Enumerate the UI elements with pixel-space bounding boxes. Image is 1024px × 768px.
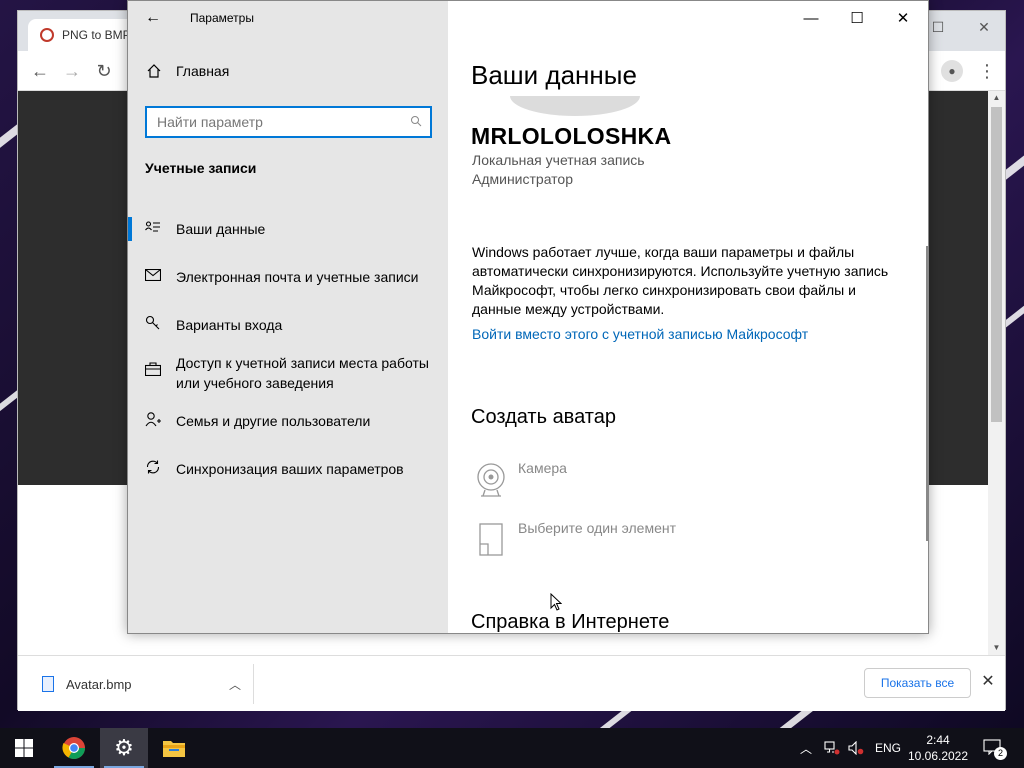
browser-menu-icon[interactable]: ⋮ — [975, 59, 999, 83]
nav-item-label: Ваши данные — [176, 221, 266, 237]
person-card-icon — [145, 219, 161, 235]
briefcase-icon — [145, 361, 161, 377]
camera-icon — [471, 460, 511, 500]
username: MRLOLOLOSHKA — [471, 123, 672, 149]
create-avatar-heading: Создать аватар — [471, 406, 616, 428]
account-role: Администратор — [472, 171, 574, 187]
nav-item-label: Варианты входа — [176, 317, 283, 333]
main-scrollbar[interactable] — [926, 246, 928, 541]
maximize-button[interactable]: ☐ — [834, 1, 880, 35]
browser-scrollbar[interactable]: ▲ ▼ — [988, 91, 1005, 655]
taskbar-file-explorer[interactable] — [150, 728, 198, 768]
windows-logo-icon — [15, 739, 33, 757]
folder-icon — [163, 741, 185, 757]
nav-item-label: Электронная почта и учетные записи — [176, 269, 419, 285]
browser-close-button[interactable]: ✕ — [961, 11, 1007, 43]
key-icon — [145, 315, 161, 331]
scroll-down-icon[interactable]: ▼ — [988, 641, 1005, 655]
bmp-file-icon — [42, 676, 54, 692]
settings-search-box[interactable] — [145, 106, 432, 138]
clock-time: 2:44 — [926, 733, 950, 747]
mail-icon — [145, 267, 161, 283]
scroll-up-icon[interactable]: ▲ — [988, 91, 1005, 105]
language-indicator[interactable]: ENG — [875, 728, 901, 768]
site-favicon-icon — [40, 28, 54, 42]
browse-label: Выберите один элемент — [518, 520, 677, 536]
search-icon[interactable] — [410, 115, 422, 130]
minimize-button[interactable]: — — [788, 1, 834, 35]
volume-muted-icon[interactable] — [848, 728, 864, 768]
section-title: Учетные записи — [145, 160, 257, 176]
browse-option[interactable]: Выберите один элемент — [471, 520, 676, 560]
browser-forward-icon[interactable]: → — [60, 59, 84, 83]
nav-item-label: Семья и другие пользователи — [176, 413, 371, 429]
settings-main-panel: — ☐ ✕ Ваши данные MRLOLOLOSHKA Локальная… — [448, 1, 928, 633]
close-button[interactable]: ✕ — [880, 1, 926, 35]
window-title: Параметры — [190, 11, 254, 25]
browser-back-icon[interactable]: ← — [28, 59, 52, 83]
system-clock[interactable]: 2:44 10.06.2022 — [905, 732, 971, 764]
download-item[interactable]: Avatar.bmp ︿ — [28, 664, 254, 704]
help-heading: Справка в Интернете — [471, 611, 670, 633]
camera-option[interactable]: Камера — [471, 460, 567, 500]
nav-item-label: Доступ к учетной записи места работы или… — [176, 355, 429, 391]
search-input[interactable] — [157, 114, 397, 130]
gear-icon: ⚙ — [114, 735, 134, 760]
back-arrow-icon[interactable]: ← — [138, 5, 168, 31]
avatar — [510, 96, 640, 116]
settings-titlebar: ← Параметры — [128, 1, 448, 35]
taskbar: ⚙ ︿ ENG 2:44 10.06.2022 2 — [0, 728, 1024, 768]
scrollbar-thumb[interactable] — [991, 107, 1002, 422]
page-title: Ваши данные — [471, 60, 637, 90]
settings-sidebar: ← Параметры Главная Учетные записи Ваши … — [128, 1, 448, 633]
notification-count-badge: 2 — [994, 747, 1007, 760]
chrome-icon — [62, 737, 85, 759]
account-type: Локальная учетная запись — [472, 152, 645, 168]
network-icon[interactable] — [824, 728, 840, 768]
notifications-button[interactable]: 2 — [983, 728, 1007, 768]
taskbar-chrome[interactable] — [50, 728, 98, 768]
close-download-bar-icon[interactable]: ✕ — [978, 671, 998, 695]
browser-reload-icon[interactable]: ↻ — [92, 59, 116, 83]
chevron-up-icon: ︿ — [800, 741, 813, 756]
file-browse-icon — [471, 520, 511, 560]
download-bar: Avatar.bmp ︿ Показать все ✕ — [18, 655, 1005, 711]
browser-tab-title: PNG to BMP — [62, 28, 131, 42]
settings-window: ← Параметры Главная Учетные записи Ваши … — [127, 0, 929, 634]
mouse-cursor-icon — [550, 593, 562, 611]
sync-description: Windows работает лучше, когда ваши парам… — [472, 244, 889, 317]
chevron-up-icon[interactable]: ︿ — [229, 676, 241, 693]
nav-item-label: Синхронизация ваших параметров — [176, 461, 404, 477]
person-add-icon — [145, 411, 161, 427]
home-link[interactable]: Главная — [146, 63, 229, 79]
microsoft-account-link[interactable]: Войти вместо этого с учетной записью Май… — [472, 326, 808, 342]
home-icon — [146, 63, 162, 79]
download-file-name: Avatar.bmp — [66, 676, 132, 692]
home-label: Главная — [176, 63, 230, 79]
clock-date: 10.06.2022 — [907, 749, 969, 763]
start-button[interactable] — [0, 728, 48, 768]
profile-avatar-icon[interactable]: ● — [941, 60, 963, 82]
taskbar-settings[interactable]: ⚙ — [100, 728, 148, 768]
show-all-button[interactable]: Показать все — [864, 668, 971, 698]
show-hidden-icons[interactable]: ︿ — [800, 728, 812, 768]
sync-icon — [145, 459, 161, 475]
camera-label: Камера — [518, 460, 567, 476]
